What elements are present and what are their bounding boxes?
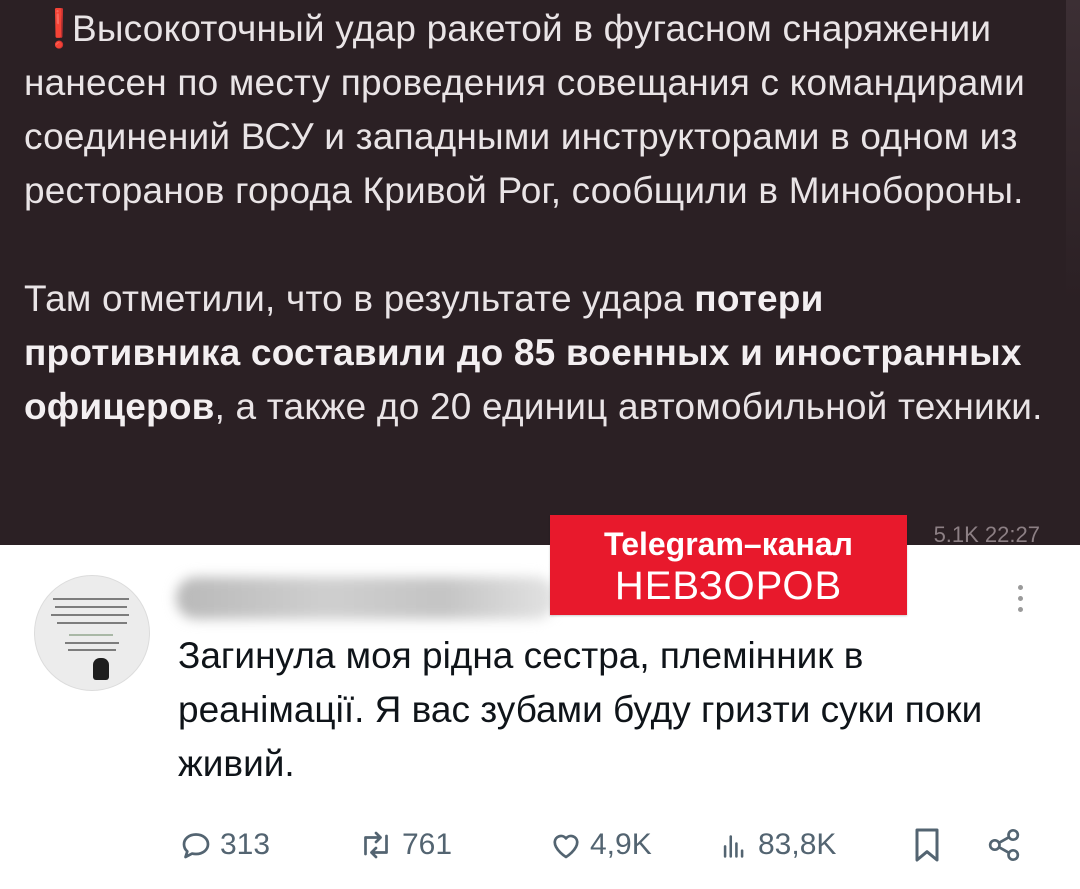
post-paragraph-2: Там отметили, что в результате удара пот… bbox=[24, 278, 1043, 427]
views-chart-icon bbox=[723, 835, 744, 858]
share-icon bbox=[988, 829, 1020, 861]
avatar[interactable] bbox=[34, 575, 150, 691]
bookmark-icon bbox=[915, 828, 939, 862]
heart-icon bbox=[553, 834, 579, 859]
share-button[interactable] bbox=[984, 825, 1030, 865]
cat-silhouette-icon bbox=[93, 658, 109, 680]
repost-icon bbox=[364, 831, 388, 859]
telegram-post-text: ❗Высокоточный удар ракетой в фугасном сн… bbox=[24, 2, 1044, 434]
reply-post: Загинула моя рідна сестра, племінник в р… bbox=[0, 545, 1080, 889]
reply-count: 313 bbox=[220, 828, 271, 861]
reply-text: Загинула моя рідна сестра, племінник в р… bbox=[178, 635, 983, 784]
post-views-time: 5.1K 22:27 bbox=[933, 522, 1040, 545]
scrollbar bbox=[1066, 0, 1080, 300]
exclamation-icon: ❗ bbox=[36, 8, 83, 49]
reply-icon bbox=[182, 833, 210, 859]
like-button[interactable]: 4,9K bbox=[548, 825, 652, 865]
repost-button[interactable]: 761 bbox=[356, 825, 452, 865]
telegram-post-screenshot: ❗Высокоточный удар ракетой в фугасном сн… bbox=[0, 0, 1080, 545]
badge-line-2: НЕВЗОРОВ bbox=[614, 564, 843, 608]
repost-count: 761 bbox=[402, 828, 453, 861]
reply-button[interactable]: 313 bbox=[178, 825, 270, 865]
action-bar: 313 761 4,9K 83,8K bbox=[0, 825, 1080, 865]
badge-line-1: Telegram–канал bbox=[604, 526, 853, 562]
post-paragraph-1: ❗Высокоточный удар ракетой в фугасном сн… bbox=[24, 2, 1044, 218]
bookmark-button[interactable] bbox=[910, 825, 950, 865]
views-count: 83,8K bbox=[758, 828, 837, 861]
like-count: 4,9K bbox=[590, 828, 652, 861]
channel-watermark-badge: Telegram–канал НЕВЗОРОВ bbox=[550, 515, 907, 615]
views-button[interactable]: 83,8K bbox=[718, 825, 836, 865]
blurred-username[interactable] bbox=[176, 577, 556, 619]
more-options-icon[interactable] bbox=[1015, 585, 1025, 619]
